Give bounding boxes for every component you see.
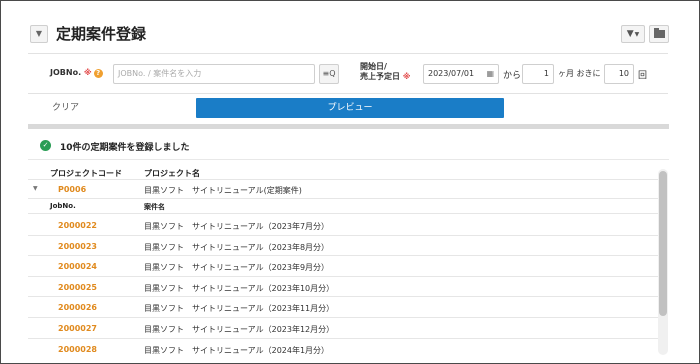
page-header: ▼ 定期案件登録 ▼▼ bbox=[24, 22, 674, 46]
job-number[interactable]: 2000028 bbox=[58, 345, 97, 354]
job-number[interactable]: 2000025 bbox=[58, 283, 97, 292]
table-row[interactable]: 2000024 目黒ソフト サイトリニューアル（2023年9月分） bbox=[28, 256, 658, 277]
months-input[interactable]: 1 bbox=[522, 64, 554, 84]
clear-button[interactable]: クリア bbox=[52, 100, 79, 113]
job-name: 目黒ソフト サイトリニューアル（2023年11月分） bbox=[144, 304, 335, 314]
help-icon[interactable]: ? bbox=[93, 69, 103, 78]
divider bbox=[28, 93, 668, 94]
job-name: 目黒ソフト サイトリニューアル（2023年8月分） bbox=[144, 242, 330, 252]
chevron-down-icon: ▼ bbox=[634, 31, 640, 38]
table-row[interactable]: 2000025 目黒ソフト サイトリニューアル（2023年10月分） bbox=[28, 277, 658, 298]
job-name: 目黒ソフト サイトリニューアル（2024年1月分） bbox=[144, 345, 330, 355]
count-suffix: 回 bbox=[638, 71, 648, 81]
collapse-toggle-button[interactable]: ▼ bbox=[30, 25, 48, 43]
table-row[interactable]: 2000026 目黒ソフト サイトリニューアル（2023年11月分） bbox=[28, 297, 658, 318]
success-message-text: 10件の定期案件を登録しました bbox=[60, 143, 190, 153]
expand-icon[interactable]: ▼ bbox=[33, 185, 38, 192]
filter-button[interactable]: ▼▼ bbox=[621, 25, 645, 43]
job-name: 目黒ソフト サイトリニューアル（2023年12月分） bbox=[144, 325, 335, 334]
preview-button[interactable]: プレビュー bbox=[196, 98, 504, 118]
col-project-code: プロジェクトコード bbox=[50, 169, 122, 178]
sub-table-header: JobNo. 案件名 bbox=[28, 200, 658, 214]
sub-col-jobno: JobNo. bbox=[50, 202, 76, 210]
project-code[interactable]: P0006 bbox=[58, 185, 86, 194]
scrollbar-thumb[interactable] bbox=[659, 171, 667, 316]
job-number[interactable]: 2000023 bbox=[58, 242, 97, 251]
from-text: から bbox=[503, 71, 522, 81]
page-title: 定期案件登録 bbox=[56, 25, 147, 43]
date-label: 開始日/売上予定日 ※ bbox=[360, 62, 411, 81]
table-header: プロジェクトコード プロジェクト名 bbox=[28, 165, 658, 180]
job-number[interactable]: 2000022 bbox=[58, 221, 97, 230]
table-row[interactable]: 2000027 目黒ソフト サイトリニューアル（2023年12月分） bbox=[28, 318, 658, 339]
job-number[interactable]: 2000026 bbox=[58, 303, 97, 312]
sub-col-name: 案件名 bbox=[144, 203, 165, 211]
results-table: プロジェクトコード プロジェクト名 ▼ P0006 目黒ソフト サイトリニューア… bbox=[28, 165, 658, 355]
job-name: 目黒ソフト サイトリニューアル（2023年7月分） bbox=[144, 222, 330, 231]
search-button[interactable]: ≡Q bbox=[319, 64, 339, 84]
divider bbox=[28, 53, 668, 54]
job-name: 目黒ソフト サイトリニューアル（2023年9月分） bbox=[144, 263, 330, 273]
section-divider bbox=[28, 124, 669, 129]
job-number[interactable]: 2000024 bbox=[58, 262, 97, 271]
success-message: ✓ 10件の定期案件を登録しました bbox=[28, 130, 669, 160]
jobno-search-input[interactable]: JOBNo. / 案件名を入力 bbox=[113, 64, 315, 84]
job-name: 目黒ソフト サイトリニューアル（2023年10月分） bbox=[144, 283, 335, 293]
count-input[interactable]: 10 bbox=[604, 64, 634, 84]
table-row[interactable]: 2000022 目黒ソフト サイトリニューアル（2023年7月分） bbox=[28, 215, 658, 236]
search-form: JOBNo. ※? JOBNo. / 案件名を入力 ≡Q 開始日/売上予定日 ※… bbox=[28, 55, 668, 93]
scrollbar[interactable] bbox=[658, 169, 668, 355]
chevron-down-icon: ▼ bbox=[35, 29, 43, 38]
months-suffix: ヶ月 おきに bbox=[558, 69, 601, 78]
add-folder-button[interactable] bbox=[649, 25, 669, 43]
table-row[interactable]: 2000028 目黒ソフト サイトリニューアル（2024年1月分） bbox=[28, 339, 658, 355]
start-date-input[interactable]: 2023/07/01 ▦ bbox=[423, 64, 499, 84]
jobno-label: JOBNo. ※? bbox=[50, 68, 103, 78]
col-project-name: プロジェクト名 bbox=[144, 169, 200, 178]
project-name: 目黒ソフト サイトリニューアル(定期案件) bbox=[144, 186, 302, 195]
check-circle-icon: ✓ bbox=[40, 140, 51, 151]
job-number[interactable]: 2000027 bbox=[58, 324, 97, 333]
project-row[interactable]: ▼ P0006 目黒ソフト サイトリニューアル(定期案件) bbox=[28, 181, 658, 199]
folder-icon bbox=[654, 28, 665, 38]
table-row[interactable]: 2000023 目黒ソフト サイトリニューアル（2023年8月分） bbox=[28, 236, 658, 257]
calendar-icon[interactable]: ▦ bbox=[486, 65, 494, 83]
